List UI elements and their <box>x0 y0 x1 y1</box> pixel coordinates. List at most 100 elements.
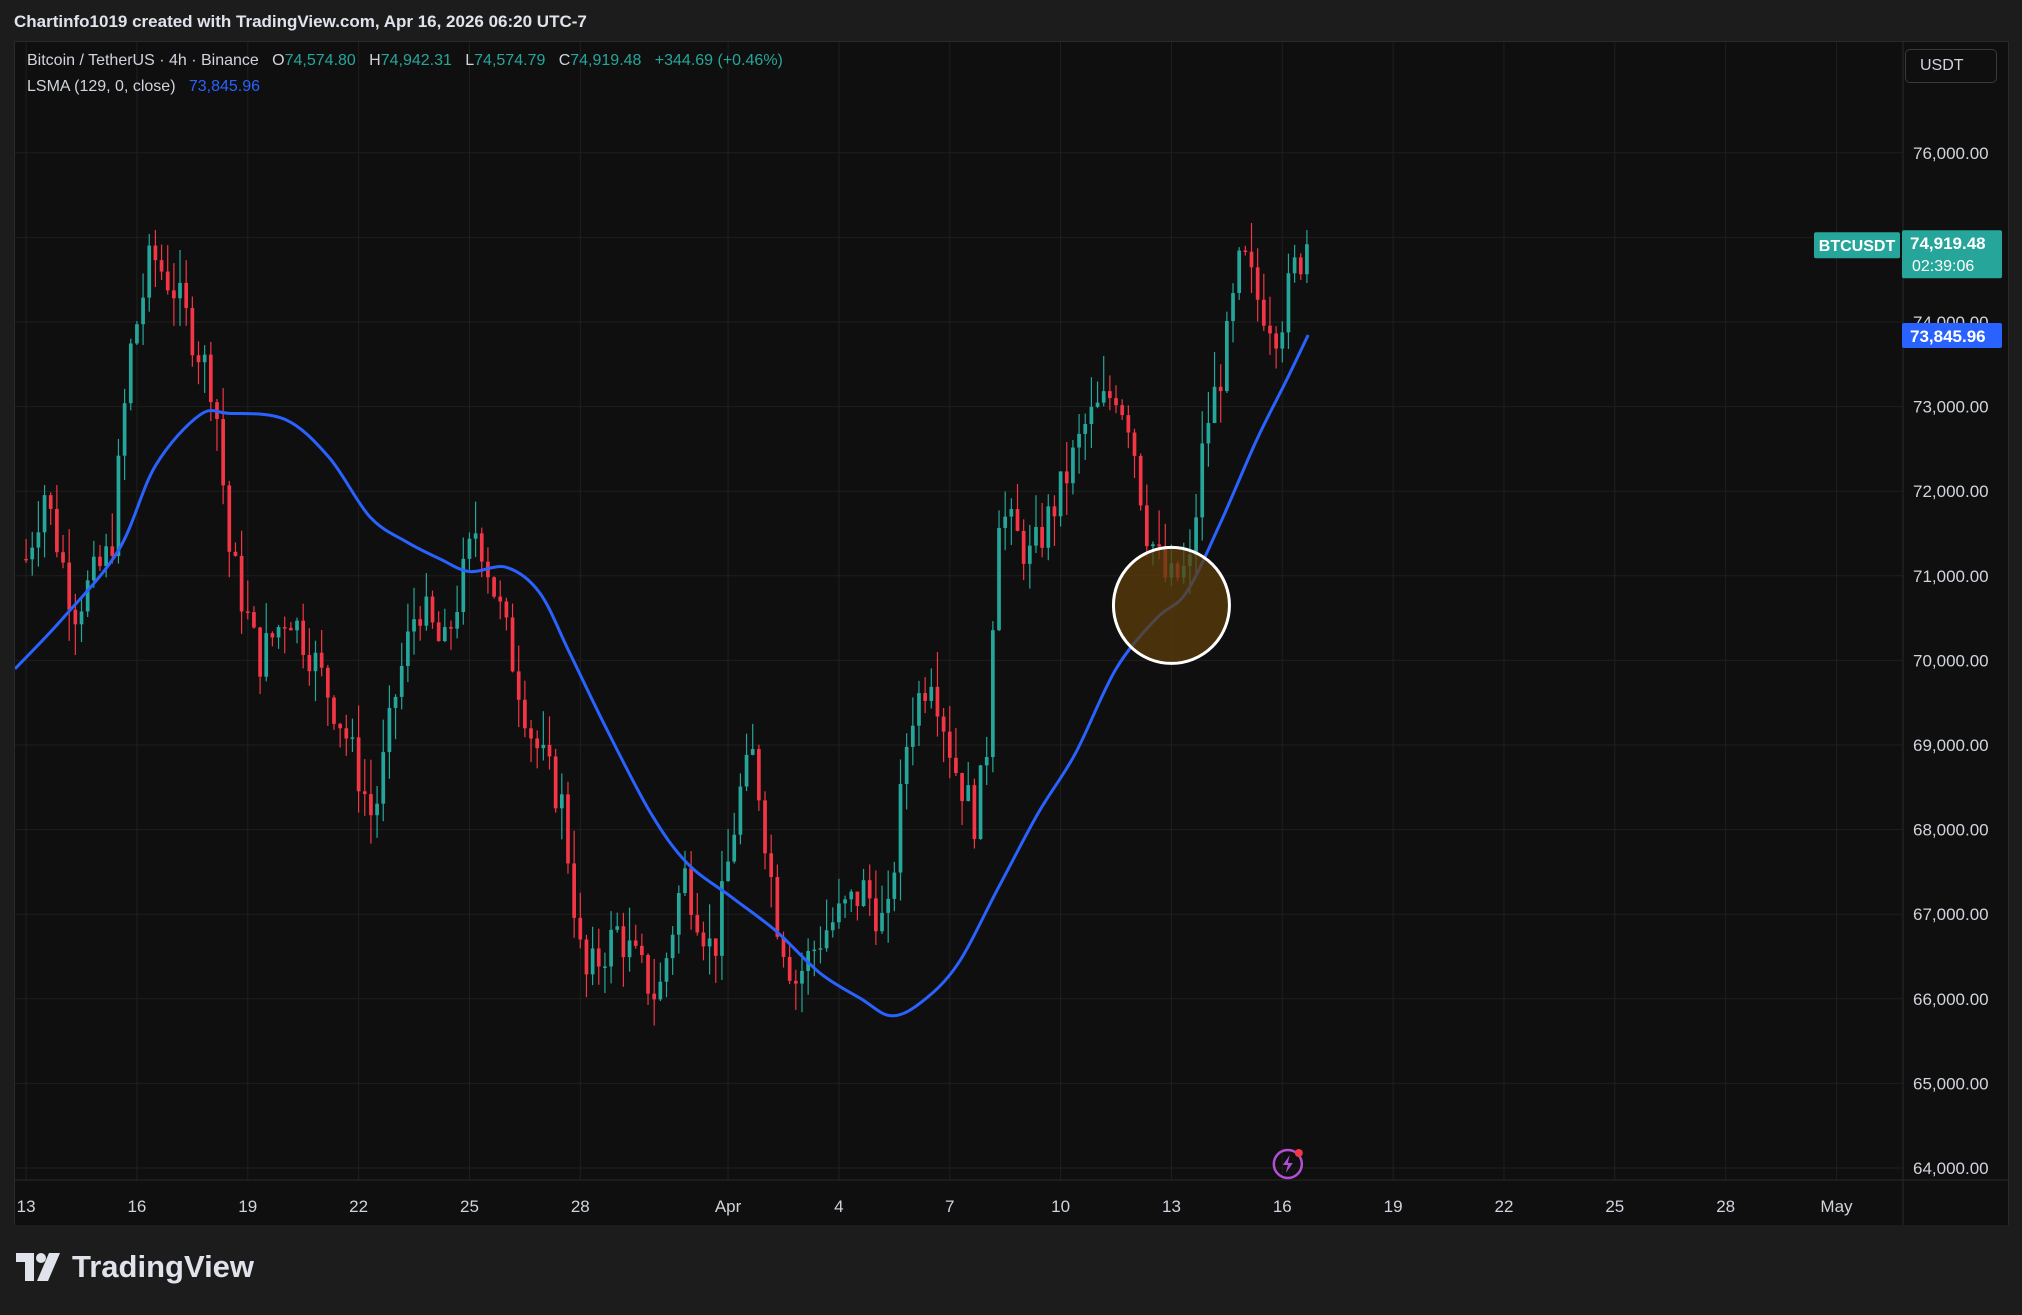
candle-body <box>960 773 964 802</box>
x-tick-label: 13 <box>1162 1197 1181 1216</box>
bottom-bar: TradingView <box>0 1225 2022 1315</box>
tradingview-logo[interactable]: TradingView <box>16 1249 254 1285</box>
candle-body <box>184 282 189 309</box>
candle-body <box>843 899 847 904</box>
candle-body <box>165 271 170 291</box>
open-value: 74,574.80 <box>284 52 356 69</box>
candle-body <box>98 556 102 567</box>
y-tick-label: 66,000.00 <box>1913 990 1989 1009</box>
candle-body <box>750 748 755 755</box>
x-tick-label: 22 <box>1495 1197 1514 1216</box>
indicator-legend[interactable]: LSMA (129, 0, close) 73,845.96 <box>27 78 260 96</box>
candle-body <box>941 716 946 732</box>
candle-body <box>1040 527 1044 548</box>
candle-body <box>529 728 533 739</box>
price-chart[interactable]: 64,000.00 65,000.00 66,000.00 67,000.00 68,0… <box>15 42 2008 1225</box>
candle-body <box>1052 506 1057 517</box>
candle-body <box>837 903 841 923</box>
x-tick-label: 19 <box>1384 1197 1403 1216</box>
candle-body <box>1206 422 1211 444</box>
candle-body <box>276 627 281 638</box>
candle-body <box>603 966 607 968</box>
y-tick-label: 71,000.00 <box>1913 567 1989 586</box>
candle-body <box>67 562 72 610</box>
candle-body <box>1298 257 1303 275</box>
x-tick-label: Apr <box>715 1197 742 1216</box>
candle-body <box>769 853 774 878</box>
lightning-alert-icon[interactable] <box>1272 1148 1304 1180</box>
ohlc-legend: Bitcoin / TetherUS · 4h · Binance O74,57… <box>27 52 783 70</box>
y-tick-label: 65,000.00 <box>1913 1074 1989 1093</box>
candle-body <box>196 355 201 363</box>
x-tick-label: 25 <box>460 1197 479 1216</box>
candle-body <box>233 551 238 556</box>
candle-body <box>135 324 139 344</box>
candle-body <box>559 794 564 809</box>
candle-body <box>658 981 663 1000</box>
candle-body <box>479 533 484 562</box>
candle-body <box>190 308 195 356</box>
candle-body <box>1305 244 1309 275</box>
candle-body <box>430 596 435 623</box>
lsma-line <box>15 334 1310 1018</box>
candle-body <box>590 948 595 975</box>
lsma-series <box>15 334 1310 1018</box>
candle-body <box>1132 432 1137 456</box>
candle-body <box>239 555 244 612</box>
candle-body <box>307 655 312 672</box>
candle-body <box>732 834 737 862</box>
candle-body <box>578 917 583 940</box>
candle-body <box>874 898 878 932</box>
alert-dot <box>1294 1149 1303 1157</box>
candle-body <box>1095 402 1100 407</box>
candle-body <box>356 737 361 792</box>
change-value: +344.69 (+0.46%) <box>654 52 783 69</box>
candle-body <box>652 993 657 1000</box>
low-value: 74,574.79 <box>474 52 546 69</box>
candle-body <box>972 785 977 840</box>
candle-body <box>344 728 349 739</box>
candle-body <box>1151 544 1155 547</box>
candle-body <box>701 932 706 947</box>
lsma-price-tag: 73,845.96 <box>1910 327 1986 346</box>
candle-body <box>208 354 213 403</box>
symbol-title[interactable]: Bitcoin / TetherUS · 4h · Binance <box>27 52 259 69</box>
x-tick-label: 22 <box>349 1197 368 1216</box>
candle-body <box>319 652 324 668</box>
candle-body <box>640 945 644 956</box>
candle-body <box>1046 506 1051 548</box>
candle-body <box>245 611 250 613</box>
indicator-value: 73,845.96 <box>188 78 261 95</box>
top-bar: Chartinfo1019 created with TradingView.c… <box>0 0 2022 41</box>
candle-body <box>615 926 620 930</box>
highlight-circle <box>1111 545 1231 665</box>
candle-body <box>1292 257 1297 274</box>
alert-bolt <box>1282 1155 1293 1173</box>
y-tick-label: 64,000.00 <box>1913 1159 1989 1178</box>
indicator-title[interactable]: LSMA (129, 0, close) <box>27 78 176 95</box>
candle-body <box>338 723 342 729</box>
currency-button[interactable]: USDT <box>1905 49 1997 83</box>
candle-body <box>55 508 59 553</box>
candle-body <box>855 891 860 907</box>
candle-body <box>141 297 145 325</box>
candle-body <box>547 744 552 757</box>
candle-body <box>898 784 903 873</box>
x-tick-label: 16 <box>127 1197 146 1216</box>
candle-body <box>221 419 225 486</box>
candle-body <box>116 455 121 556</box>
candle-body <box>387 707 392 753</box>
candle-body <box>1034 527 1038 546</box>
candle-body <box>325 667 330 698</box>
candle-body <box>1120 405 1125 416</box>
candle-body <box>670 934 675 959</box>
candle-body <box>1268 325 1272 334</box>
candle-body <box>935 686 940 717</box>
chart-pane[interactable]: 64,000.00 65,000.00 66,000.00 67,000.00 68,0… <box>14 41 2009 1226</box>
candle-body <box>966 785 971 802</box>
candle-body <box>904 746 909 785</box>
open-key: O <box>272 52 285 69</box>
candle-body <box>48 495 53 509</box>
y-tick-label: 73,000.00 <box>1913 398 1989 417</box>
candle-body <box>566 794 570 864</box>
